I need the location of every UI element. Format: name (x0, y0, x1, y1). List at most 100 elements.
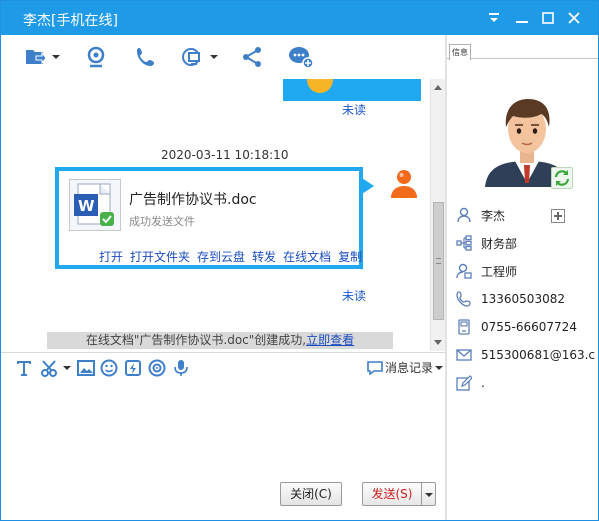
department-row: 财务部 (455, 233, 517, 253)
save-to-cloud-link[interactable]: 存到云盘 (197, 248, 245, 265)
email-icon (455, 346, 473, 364)
email-row: 515300681@163.c (455, 345, 595, 365)
message-timestamp: 2020-03-11 10:18:10 (161, 148, 289, 162)
read-status: 未读 (342, 289, 367, 303)
bottom-bar: 关闭(C) 发送(S) (1, 474, 445, 520)
view-now-link[interactable]: 立即查看 (306, 333, 354, 347)
phone-icon (137, 48, 154, 66)
phone-icon (455, 290, 473, 308)
contact-signature: . (481, 376, 485, 390)
chevron-down-icon[interactable] (210, 55, 218, 59)
copy-link[interactable]: 复制 (338, 248, 362, 265)
screenshot-icon (41, 360, 57, 377)
telephone-icon (455, 318, 473, 336)
share-button[interactable] (241, 45, 263, 69)
input-toolbar: 消息记录 (1, 352, 445, 382)
contact-job-title: 工程师 (481, 264, 518, 279)
job-title-icon (455, 262, 473, 280)
send-button[interactable]: 发送(S) (362, 482, 422, 506)
scroll-thumb[interactable] (433, 202, 444, 320)
send-file-icon (26, 50, 47, 65)
image-button[interactable] (77, 359, 95, 377)
pin-icon[interactable] (483, 7, 505, 29)
contact-info-panel: 信息 李杰 财务部 工程师 13360503082 0755-66607724 … (447, 35, 598, 520)
chat-toolbar (1, 35, 445, 79)
shake-icon (125, 360, 141, 376)
send-file-button[interactable] (25, 45, 60, 69)
message-input[interactable] (1, 382, 445, 474)
chevron-down-icon[interactable] (52, 55, 60, 59)
remote-desktop-icon (182, 48, 200, 66)
svg-text:W: W (78, 197, 95, 215)
font-button[interactable] (15, 359, 33, 377)
title-bar: 李杰[手机在线] (1, 1, 598, 35)
contact-name-row: 李杰 (455, 205, 505, 225)
webcam-button[interactable] (85, 45, 107, 69)
add-contact-button[interactable] (551, 209, 565, 223)
sender-avatar[interactable] (389, 168, 419, 200)
microphone-icon (174, 360, 188, 376)
contact-mobile: 13360503082 (481, 292, 565, 306)
file-actions: 打开 打开文件夹 存到云盘 转发 在线文档 复制 (99, 248, 362, 265)
mobile-row: 13360503082 (455, 289, 565, 309)
org-chart-icon (455, 234, 473, 252)
chevron-down-icon (425, 493, 433, 497)
signature-row: . (455, 373, 485, 393)
webcam-icon (87, 46, 105, 68)
contact-office-phone: 0755-66607724 (481, 320, 577, 334)
open-folder-link[interactable]: 打开文件夹 (130, 248, 190, 265)
emoji-button[interactable] (100, 359, 118, 377)
file-name: 广告制作协议书.doc (129, 192, 257, 208)
close-button[interactable]: 关闭(C) (280, 482, 342, 506)
scroll-down-arrow[interactable] (434, 340, 442, 345)
chat-bubble-icon (367, 360, 383, 375)
chevron-down-icon (435, 365, 444, 370)
edit-signature-icon (455, 374, 473, 392)
minimize-icon[interactable] (511, 7, 533, 29)
font-icon (17, 361, 31, 376)
remote-desktop-button[interactable] (181, 45, 218, 69)
previous-message-bubble (283, 79, 421, 101)
contact-email[interactable]: 515300681@163.c (481, 348, 595, 362)
info-tab-strip: 信息 (447, 35, 598, 60)
online-document-link[interactable]: 在线文档 (283, 248, 331, 265)
user-icon (455, 206, 473, 224)
system-notice: 在线文档"广告制作协议书.doc"创建成功,立即查看 (47, 332, 393, 349)
emoji-icon (100, 359, 118, 377)
forward-link[interactable]: 转发 (252, 248, 276, 265)
file-transfer-status: 成功发送文件 (129, 215, 195, 228)
chat-window: 李杰[手机在线] 未读 2020-03-11 10:18:10 W 广告制作协议… (0, 0, 599, 521)
close-icon[interactable] (563, 7, 585, 29)
shake-button[interactable] (124, 359, 142, 377)
microphone-button[interactable] (173, 359, 189, 377)
maximize-icon[interactable] (537, 7, 559, 29)
office-phone-row: 0755-66607724 (455, 317, 577, 337)
notice-text: 在线文档"广告制作协议书.doc"创建成功, (85, 333, 307, 347)
contact-department: 财务部 (481, 236, 518, 251)
window-title: 李杰[手机在线] (23, 13, 118, 29)
history-label: 消息记录 (385, 361, 434, 375)
voice-message-button[interactable] (148, 359, 166, 377)
scroll-up-arrow[interactable] (434, 85, 442, 90)
read-status: 未读 (342, 103, 367, 117)
contact-name: 李杰 (481, 208, 506, 223)
chevron-down-icon[interactable] (63, 366, 71, 370)
refresh-icon[interactable] (551, 167, 573, 189)
word-document-icon[interactable]: W (69, 179, 121, 231)
tab-info[interactable]: 信息 (449, 44, 471, 60)
bubble-tail (362, 178, 374, 194)
send-options-button[interactable] (421, 482, 436, 506)
group-chat-icon (289, 47, 314, 69)
group-chat-button[interactable] (288, 45, 314, 69)
job-title-row: 工程师 (455, 261, 517, 281)
voice-message-icon (148, 359, 166, 377)
phone-button[interactable] (135, 45, 157, 69)
chat-history: 未读 2020-03-11 10:18:10 W 广告制作协议书.doc 成功发… (1, 79, 445, 351)
file-message-bubble: W 广告制作协议书.doc 成功发送文件 打开 打开文件夹 存到云盘 转发 在线… (55, 167, 363, 269)
message-history-button[interactable]: 消息记录 (367, 359, 444, 376)
image-icon (77, 360, 95, 376)
screenshot-button[interactable] (41, 359, 71, 377)
chat-scrollbar[interactable] (430, 79, 445, 351)
share-icon (243, 47, 261, 67)
open-file-link[interactable]: 打开 (99, 248, 123, 265)
